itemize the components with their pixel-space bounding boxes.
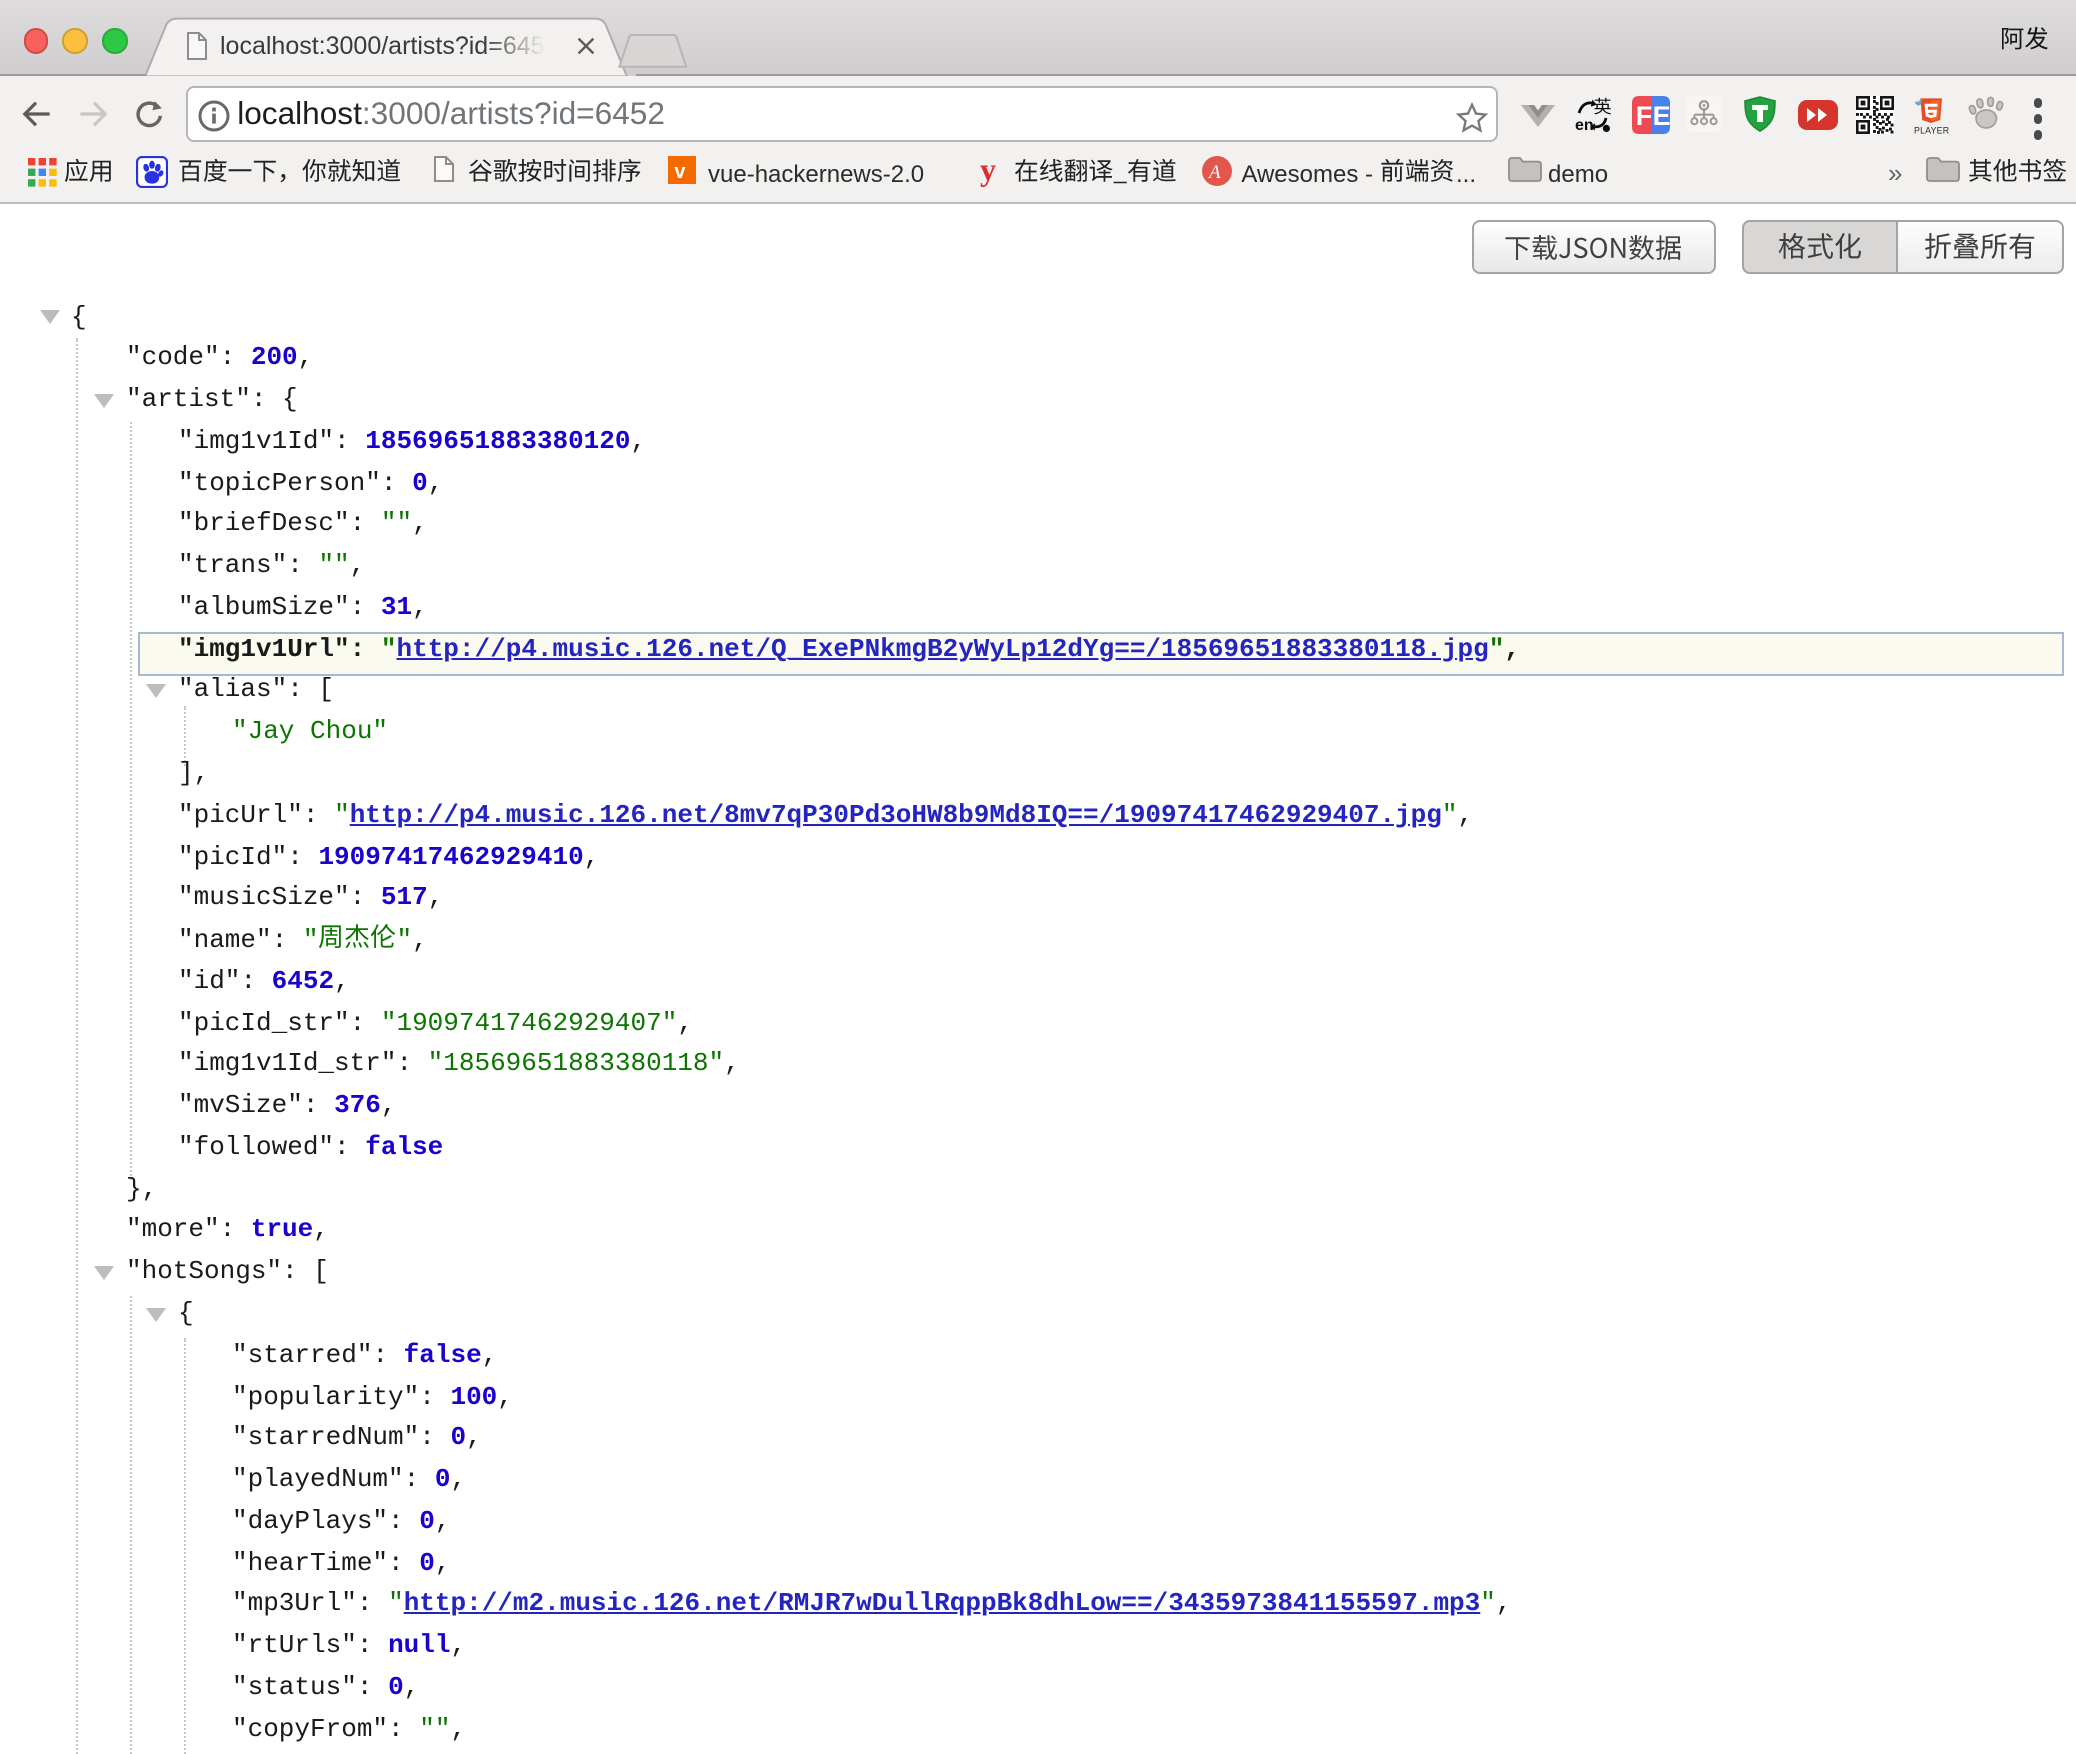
- svg-text:E: E: [1652, 102, 1669, 132]
- svg-text:F: F: [1635, 102, 1652, 132]
- svg-text:en: en: [1575, 118, 1594, 135]
- svg-text:PLAYER: PLAYER: [1914, 127, 1949, 137]
- svg-text:A: A: [1207, 162, 1221, 183]
- svg-text:v: v: [675, 162, 687, 184]
- svg-text:y: y: [980, 156, 996, 187]
